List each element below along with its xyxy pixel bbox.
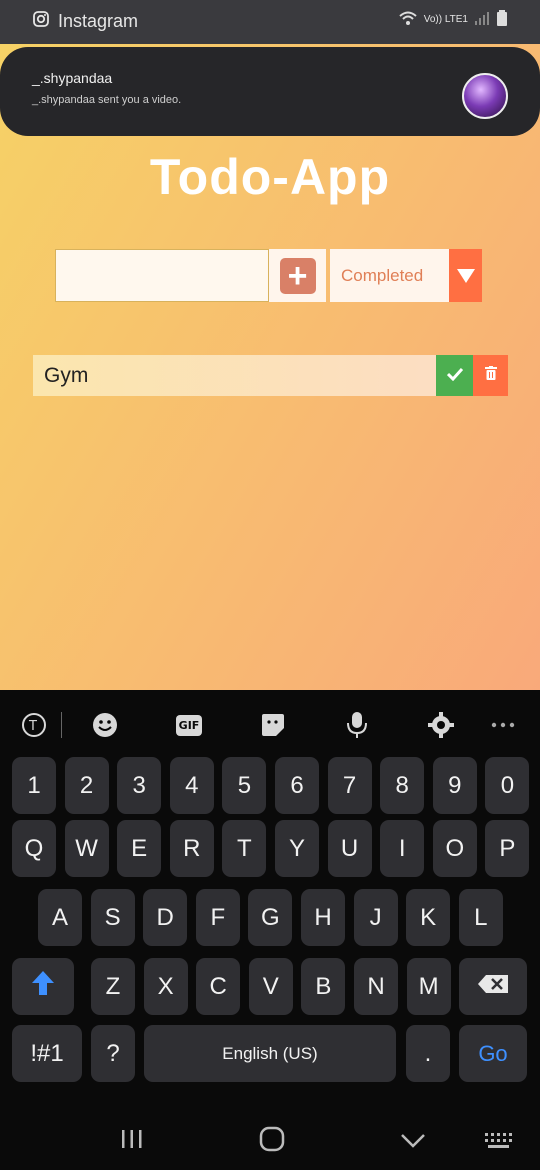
key-b[interactable]: B [301,958,346,1015]
trash-icon [484,366,497,385]
key-v[interactable]: V [248,958,293,1015]
key-i[interactable]: I [380,820,425,877]
go-key[interactable]: Go [459,1025,527,1082]
toolbar-divider [61,712,62,738]
back-chevron-icon[interactable] [400,1126,426,1157]
key-e[interactable]: E [117,820,162,877]
keyboard-toolbar: T GIF [0,690,540,760]
status-right: Vo)) LTE1 [398,10,508,29]
todo-input[interactable] [55,249,269,302]
key-l[interactable]: L [458,889,503,946]
key-t[interactable]: T [222,820,267,877]
key-a[interactable]: A [38,889,82,946]
backspace-key[interactable] [459,958,527,1015]
translate-icon[interactable]: T [19,710,49,740]
key-o[interactable]: O [432,820,477,877]
key-8[interactable]: 8 [380,757,425,814]
delete-button[interactable] [473,355,508,396]
dropdown-arrow-icon[interactable] [449,249,482,302]
key-s[interactable]: S [90,889,135,946]
plus-icon: + [279,257,316,294]
key-j[interactable]: J [353,889,398,946]
add-todo-button[interactable]: + [269,249,326,302]
key-9[interactable]: 9 [432,757,477,814]
check-icon [446,366,463,386]
key-q[interactable]: Q [12,820,56,877]
key-2[interactable]: 2 [64,757,109,814]
wifi-icon [398,10,418,29]
battery-icon [496,10,508,29]
notification-card[interactable]: _.shypandaa _.shypandaa sent you a video… [0,47,540,136]
key-y[interactable]: Y [275,820,319,877]
key-3[interactable]: 3 [117,757,162,814]
key-7[interactable]: 7 [327,757,372,814]
gif-icon[interactable]: GIF [174,710,204,740]
sticker-icon[interactable] [258,710,288,740]
filter-selected-value: Completed [341,266,424,285]
more-options-icon[interactable] [488,710,518,740]
key-1[interactable]: 1 [12,757,56,814]
symbols-key[interactable]: !#1 [12,1025,82,1082]
backspace-icon [477,973,509,1001]
instagram-icon [32,10,50,33]
network-label: Vo)) LTE1 [423,14,468,25]
key-m[interactable]: M [406,958,451,1015]
key-k[interactable]: K [406,889,451,946]
key-z[interactable]: Z [91,958,135,1015]
key-d[interactable]: D [143,889,188,946]
key-p[interactable]: P [485,820,530,877]
key-x[interactable]: X [143,958,188,1015]
svg-text:T: T [28,719,37,734]
key-r[interactable]: R [169,820,214,877]
page-title: Todo-App [149,149,391,205]
filter-select[interactable]: Completed [330,249,482,302]
home-icon[interactable] [259,1126,285,1159]
shift-key[interactable] [12,958,74,1015]
keyboard-switch-icon[interactable] [484,1126,514,1157]
key-6[interactable]: 6 [275,757,319,814]
system-navbar [0,1110,540,1170]
avatar [462,73,508,119]
question-key[interactable]: ? [91,1025,135,1082]
status-app-name: Instagram [58,11,139,31]
complete-button[interactable] [436,355,473,396]
period-key[interactable]: . [406,1025,450,1082]
key-f[interactable]: F [195,889,240,946]
key-n[interactable]: N [354,958,398,1015]
key-u[interactable]: U [327,820,372,877]
keyboard: T GIF 1234567890QWERTYUIOPASDFGHJKLZXCVB… [0,690,540,1170]
status-app: Instagram [32,10,138,33]
key-w[interactable]: W [64,820,109,877]
key-h[interactable]: H [301,889,345,946]
status-bar: Instagram Vo)) LTE1 [0,0,540,44]
settings-gear-icon[interactable] [426,710,456,740]
space-key[interactable]: English (US) [144,1025,396,1082]
signal-icon [474,11,490,28]
emoji-icon[interactable] [90,710,120,740]
key-5[interactable]: 5 [222,757,267,814]
shift-arrow-icon [31,970,55,1003]
recent-apps-icon[interactable] [120,1126,144,1157]
key-4[interactable]: 4 [169,757,214,814]
key-g[interactable]: G [248,889,293,946]
key-c[interactable]: C [196,958,241,1015]
notification-title: _.shypandaa [32,70,113,86]
todo-item: Gym [33,355,508,396]
notification-body: _.shypandaa sent you a video. [32,94,182,106]
microphone-icon[interactable] [342,710,372,740]
todo-text: Gym [44,364,89,387]
key-0[interactable]: 0 [485,757,530,814]
